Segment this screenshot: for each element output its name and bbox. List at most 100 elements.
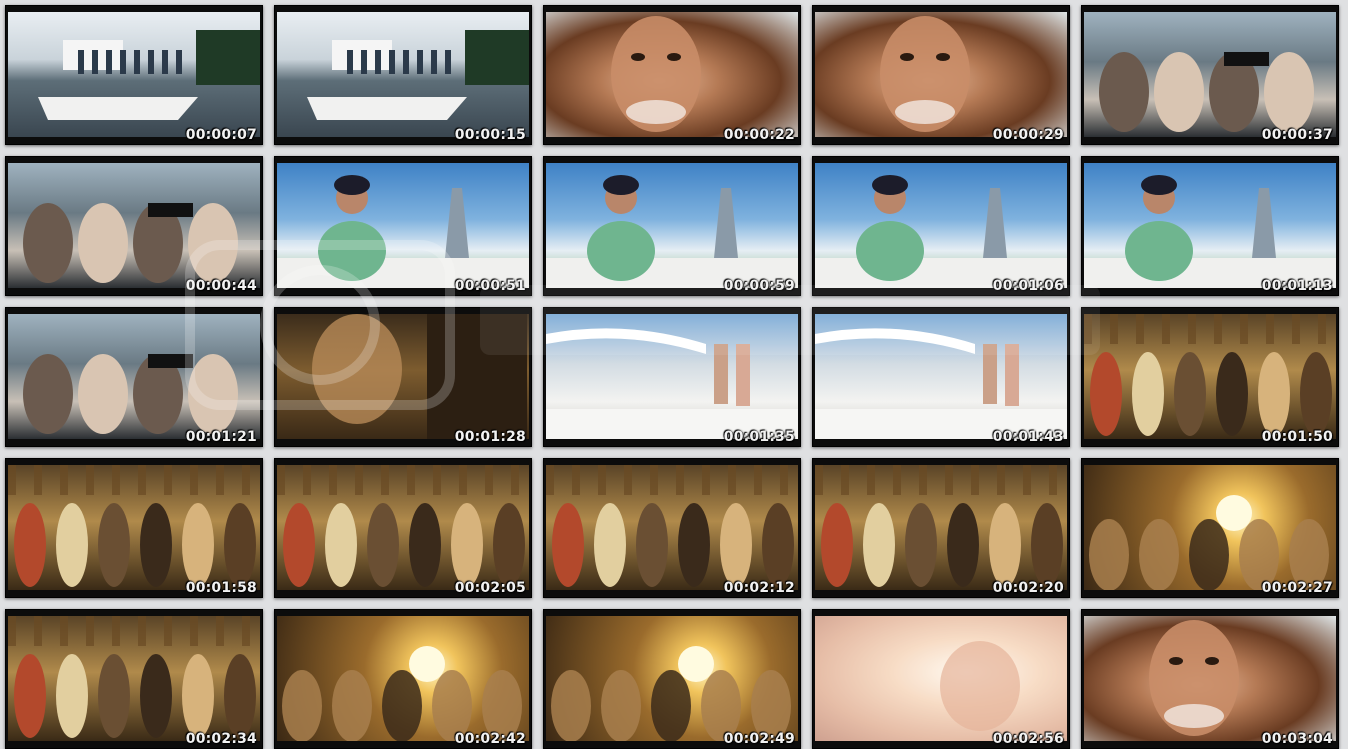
scene-silhouettes	[551, 646, 791, 741]
scene-shape	[714, 188, 738, 258]
scene-shape	[940, 641, 1020, 731]
thumbnail-grid: 00:00:07 00:00:15 00:00:22 00:00:29 00:0…	[0, 0, 1348, 749]
video-thumbnail[interactable]: 00:03:04	[1081, 609, 1339, 749]
scene-shape	[282, 670, 322, 741]
video-thumbnail[interactable]: 00:02:05	[274, 458, 532, 598]
video-thumbnail[interactable]: 00:02:12	[543, 458, 801, 598]
scene-shape	[459, 465, 467, 495]
video-thumbnail[interactable]: 00:00:59	[543, 156, 801, 296]
scene-silhouettes	[1149, 620, 1239, 736]
scene-silhouettes	[8, 465, 256, 587]
scene-shape	[900, 53, 914, 61]
scene-silhouettes	[277, 175, 529, 288]
video-thumbnail[interactable]: 00:01:50	[1081, 307, 1339, 447]
scene-shape	[1216, 495, 1252, 531]
scene-shape	[678, 646, 714, 682]
video-thumbnail[interactable]: 00:01:58	[5, 458, 263, 598]
scene-shape	[863, 503, 895, 587]
scene-shape	[1031, 503, 1063, 587]
thumbnail-frame	[1084, 465, 1336, 590]
scene-shape	[60, 465, 68, 495]
scene-shape	[162, 50, 168, 74]
scene-shape	[1318, 314, 1326, 344]
thumbnail-frame	[277, 314, 529, 439]
scene-shape	[8, 465, 16, 495]
scene-shape	[552, 503, 584, 587]
scene-shape	[277, 465, 285, 495]
video-thumbnail[interactable]: 00:01:21	[5, 307, 263, 447]
video-thumbnail[interactable]: 00:02:49	[543, 609, 801, 749]
scene-shape	[1049, 465, 1057, 495]
video-thumbnail[interactable]: 00:01:35	[543, 307, 801, 447]
video-thumbnail[interactable]: 00:01:13	[1081, 156, 1339, 296]
scene-shape	[188, 203, 238, 283]
scene-shape	[433, 465, 441, 495]
thumbnail-frame	[8, 616, 260, 741]
scene-shape	[511, 465, 519, 495]
video-thumbnail[interactable]: 00:00:51	[274, 156, 532, 296]
video-thumbnail[interactable]: 00:00:22	[543, 5, 801, 145]
scene-shape	[148, 203, 193, 217]
scene-shape	[224, 654, 256, 738]
scene-shape	[1216, 352, 1248, 436]
video-thumbnail[interactable]: 00:01:28	[274, 307, 532, 447]
scene-shape	[1139, 519, 1179, 590]
scene-shape	[60, 616, 68, 646]
timestamp-label: 00:00:59	[723, 278, 795, 294]
thumbnail-frame	[815, 465, 1067, 590]
scene-shape	[762, 503, 794, 587]
scene-shape	[78, 203, 128, 283]
scene-shape	[1090, 352, 1122, 436]
scene-shape	[754, 465, 762, 495]
timestamp-label: 00:02:27	[1261, 580, 1333, 596]
scene-shape	[601, 670, 641, 741]
scene-shape	[138, 465, 146, 495]
video-thumbnail[interactable]: 00:00:15	[274, 5, 532, 145]
scene-shape	[720, 503, 752, 587]
video-thumbnail[interactable]: 00:00:29	[812, 5, 1070, 145]
timestamp-label: 00:00:29	[992, 127, 1064, 143]
scene-shape	[361, 50, 367, 74]
scene-shape	[38, 97, 198, 120]
video-thumbnail[interactable]: 00:00:44	[5, 156, 263, 296]
timestamp-label: 00:01:35	[723, 429, 795, 445]
scene-shape	[997, 465, 1005, 495]
video-thumbnail[interactable]: 00:02:27	[1081, 458, 1339, 598]
scene-shape	[1005, 344, 1019, 406]
scene-shape	[1132, 352, 1164, 436]
video-thumbnail[interactable]: 00:02:42	[274, 609, 532, 749]
scene-silhouettes	[282, 646, 522, 741]
scene-silhouettes	[1089, 495, 1329, 590]
timestamp-label: 00:00:22	[723, 127, 795, 143]
scene-silhouettes	[815, 465, 1063, 587]
thumbnail-frame	[546, 465, 798, 590]
scene-shape	[678, 503, 710, 587]
scene-shape	[736, 344, 750, 406]
scene-shape	[56, 503, 88, 587]
thumbnail-frame	[546, 314, 798, 439]
scene-shape	[303, 465, 311, 495]
video-thumbnail[interactable]: 00:00:37	[1081, 5, 1339, 145]
scene-shape	[983, 344, 997, 404]
scene-silhouettes	[880, 16, 970, 132]
video-thumbnail[interactable]: 00:01:43	[812, 307, 1070, 447]
video-thumbnail[interactable]: 00:01:06	[812, 156, 1070, 296]
scene-shape	[98, 654, 130, 738]
scene-shape	[148, 50, 154, 74]
scene-shape	[856, 221, 924, 281]
scene-shape	[224, 503, 256, 587]
scene-shape	[23, 203, 73, 283]
scene-silhouettes	[38, 30, 260, 120]
scene-shape	[714, 344, 728, 404]
scene-shape	[626, 100, 686, 124]
scene-shape	[407, 465, 415, 495]
scene-shape	[631, 53, 645, 61]
video-thumbnail[interactable]: 00:02:34	[5, 609, 263, 749]
scene-shape	[1164, 704, 1224, 728]
scene-shape	[1264, 52, 1314, 132]
thumbnail-frame	[8, 12, 260, 137]
video-thumbnail[interactable]: 00:02:20	[812, 458, 1070, 598]
scene-shape	[431, 50, 437, 74]
video-thumbnail[interactable]: 00:02:56	[812, 609, 1070, 749]
video-thumbnail[interactable]: 00:00:07	[5, 5, 263, 145]
